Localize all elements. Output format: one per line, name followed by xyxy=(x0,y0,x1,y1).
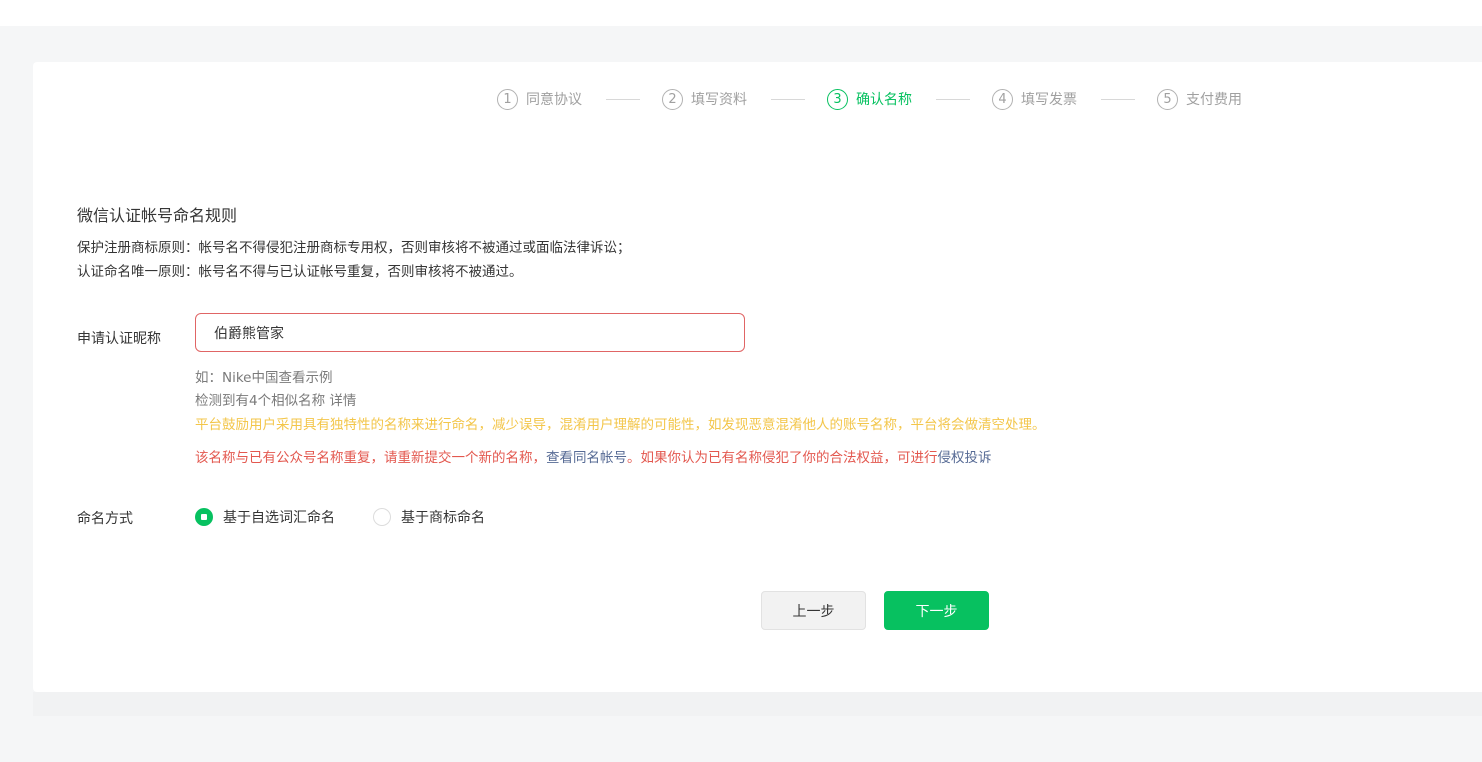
view-example-link[interactable]: 查看示例 xyxy=(279,370,333,386)
step-agree: 1 同意协议 xyxy=(497,88,582,110)
card-footer-shade xyxy=(33,692,1482,716)
naming-rules-title: 微信认证帐号命名规则 xyxy=(77,206,238,225)
naming-method-radio-group: 基于自选词汇命名 基于商标命名 xyxy=(195,507,523,527)
radio-label: 基于商标命名 xyxy=(401,510,485,526)
step-label: 同意协议 xyxy=(526,92,582,108)
step-divider xyxy=(606,98,640,100)
nickname-input[interactable] xyxy=(195,313,745,352)
step-number: 3 xyxy=(827,88,848,110)
step-progress: 1 同意协议 2 填写资料 3 确认名称 4 填写发票 5 支付费用 xyxy=(497,87,1242,111)
radio-unchecked-icon[interactable] xyxy=(373,508,391,526)
step-label: 填写资料 xyxy=(691,92,747,108)
previous-step-button[interactable]: 上一步 xyxy=(761,591,866,630)
duplicate-name-error: 该名称与已有公众号名称重复，请重新提交一个新的名称，查看同名帐号。如果你认为已有… xyxy=(195,446,992,466)
radio-option-trademark[interactable]: 基于商标命名 xyxy=(373,507,485,527)
step-number: 1 xyxy=(497,88,518,110)
step-payment: 5 支付费用 xyxy=(1157,88,1242,110)
radio-option-custom-words[interactable]: 基于自选词汇命名 xyxy=(195,507,335,527)
naming-method-label: 命名方式 xyxy=(77,511,133,527)
similar-details-link[interactable]: 详情 xyxy=(329,393,356,409)
view-same-name-accounts-link[interactable]: 查看同名帐号 xyxy=(546,450,627,466)
similar-names-text: 检测到有4个相似名称 xyxy=(195,393,326,409)
radio-checked-icon[interactable] xyxy=(195,508,213,526)
step-fill-info: 2 填写资料 xyxy=(662,88,747,110)
step-label: 确认名称 xyxy=(856,92,912,108)
error-text-part1: 该名称与已有公众号名称重复，请重新提交一个新的名称， xyxy=(195,450,546,466)
step-confirm-name: 3 确认名称 xyxy=(827,88,912,110)
unique-name-rule-text: 认证命名唯一原则：帐号名不得与已认证帐号重复，否则审核将不被通过。 xyxy=(77,264,523,280)
naming-warning-text: 平台鼓励用户采用具有独特性的名称来进行命名，减少误导，混淆用户理解的可能性，如发… xyxy=(195,417,1046,433)
step-divider xyxy=(771,98,805,100)
step-invoice: 4 填写发票 xyxy=(992,88,1077,110)
step-label: 填写发票 xyxy=(1021,92,1077,108)
step-number: 5 xyxy=(1157,88,1178,110)
step-number: 4 xyxy=(992,88,1013,110)
next-step-button[interactable]: 下一步 xyxy=(884,591,989,630)
step-divider xyxy=(936,98,970,100)
example-prefix: 如：Nike中国 xyxy=(195,370,279,386)
example-hint: 如：Nike中国查看示例 xyxy=(195,366,333,386)
step-label: 支付费用 xyxy=(1186,92,1242,108)
nickname-label: 申请认证昵称 xyxy=(77,331,161,347)
step-number: 2 xyxy=(662,88,683,110)
radio-label: 基于自选词汇命名 xyxy=(223,510,335,526)
trademark-rule-text: 保护注册商标原则：帐号名不得侵犯注册商标专用权，否则审核将不被通过或面临法律诉讼… xyxy=(77,240,631,256)
step-divider xyxy=(1101,98,1135,100)
error-text-part2: 。如果你认为已有名称侵犯了你的合法权益，可进行 xyxy=(627,450,938,466)
top-bar xyxy=(0,0,1482,26)
similar-names-hint: 检测到有4个相似名称 详情 xyxy=(195,389,356,409)
infringement-complaint-link[interactable]: 侵权投诉 xyxy=(938,450,992,466)
